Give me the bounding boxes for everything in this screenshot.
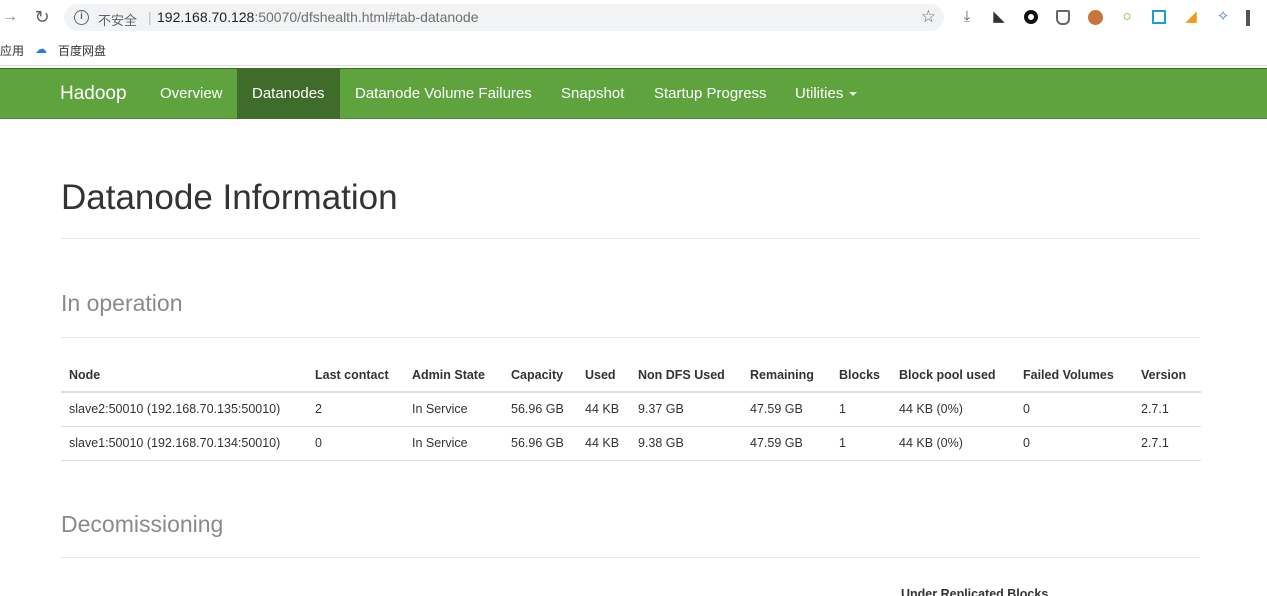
table-cell: 0 [307,426,404,461]
table-cell: 44 KB [577,426,630,461]
forward-icon[interactable]: → [0,7,20,27]
table-cell: 47.59 GB [742,392,831,427]
insecure-label: 不安全 [98,13,138,28]
address-bar[interactable]: i 不安全 | 192.168.70.128:50070/dfshealth.h… [64,4,944,31]
extension-bird-icon[interactable]: ✧ [1214,8,1232,26]
column-header: Remaining [742,358,831,393]
nav-startup-progress[interactable]: Startup Progress [639,69,782,119]
table-cell: 9.37 GB [630,392,742,427]
info-icon[interactable]: i [74,10,89,25]
section-decomissioning: Decomissioning [61,511,224,537]
section-in-operation: In operation [61,290,183,316]
table-cell: 44 KB (0%) [891,392,1015,427]
table-cell: slave1:50010 (192.168.70.134:50010) [61,426,307,461]
nav-snapshot[interactable]: Snapshot [546,69,639,119]
browser-toolbar: → ↻ i 不安全 | 192.168.70.128:50070/dfsheal… [0,0,1267,36]
page-title: Datanode Information [61,178,398,217]
table-header-row: Node Last contact Admin State Capacity Used N… [61,358,1201,393]
table-cell: 2 [307,392,404,427]
column-header: Last contact [307,358,404,393]
table-cell: 9.38 GB [630,426,742,461]
extension-shield-icon[interactable] [1054,8,1072,26]
extension-ring-icon[interactable] [1022,8,1040,26]
table-cell: In Service [404,392,503,427]
column-header: Used [577,358,630,393]
column-header: Block pool used [891,358,1015,393]
table-cell: 2.7.1 [1133,426,1201,461]
divider [61,238,1200,239]
table-cell: 1 [831,392,891,427]
column-header: Capacity [503,358,577,393]
table-cell: 1 [831,426,891,461]
table-cell: 47.59 GB [742,426,831,461]
extension-apple-icon[interactable]: ○ [1118,8,1136,26]
table-cell: slave2:50010 (192.168.70.135:50010) [61,392,307,427]
url-host: 192.168.70.128 [157,9,255,25]
table-row: slave1:50010 (192.168.70.134:50010) 0 In S… [61,426,1201,461]
extension-save-icon[interactable] [1150,8,1168,26]
download-icon[interactable]: ⤓ [958,8,976,26]
url-path: :50070/dfshealth.html#tab-datanode [254,9,479,25]
column-header: Failed Volumes [1015,358,1133,393]
address-separator: | [148,9,152,25]
table-cell: 56.96 GB [503,392,577,427]
table-cell: 0 [1015,426,1133,461]
column-header: Admin State [404,358,503,393]
url-text[interactable]: 192.168.70.128:50070/dfshealth.html#tab-… [157,9,479,25]
datanode-table: Node Last contact Admin State Capacity Used N… [61,358,1201,461]
hadoop-navbar: Hadoop Overview Datanodes Datanode Volum… [0,68,1267,119]
bookmarks-bar: 应用 ☁ 百度网盘 [0,36,1267,66]
nav-datanodes[interactable]: Datanodes [237,69,340,119]
nav-overview[interactable]: Overview [145,69,238,119]
divider [61,557,1200,558]
rss-icon[interactable]: ◢ [1182,8,1200,26]
table-cell: In Service [404,426,503,461]
bookmark-baidu[interactable]: 百度网盘 [58,42,106,59]
table-cell: 0 [1015,392,1133,427]
bookmark-star-icon[interactable]: ☆ [921,7,936,27]
column-header: Version [1133,358,1201,393]
nav-utilities[interactable]: Utilities [780,69,872,119]
column-header: Blocks [831,358,891,393]
nav-volume-failures[interactable]: Datanode Volume Failures [340,69,547,119]
column-header: Node [61,358,307,393]
bookmark-apps[interactable]: 应用 [0,42,24,59]
nav-utilities-label: Utilities [795,85,844,102]
table-cell: 2.7.1 [1133,392,1201,427]
column-header: Non DFS Used [630,358,742,393]
table-row: slave2:50010 (192.168.70.135:50010) 2 In S… [61,392,1201,427]
brand-logo[interactable]: Hadoop [60,83,127,105]
reload-icon[interactable]: ↻ [32,7,52,27]
table-cell: 44 KB (0%) [891,426,1015,461]
under-replicated-header: Under Replicated Blocks [901,587,1049,596]
extension-monkey-icon[interactable] [1086,8,1104,26]
baidu-cloud-icon: ☁ [35,42,47,56]
extension-swirl-icon[interactable]: ◣ [990,8,1008,26]
divider [61,337,1200,338]
caret-down-icon [849,92,858,97]
table-cell: 56.96 GB [503,426,577,461]
extension-edge-icon[interactable] [1246,10,1250,26]
table-cell: 44 KB [577,392,630,427]
